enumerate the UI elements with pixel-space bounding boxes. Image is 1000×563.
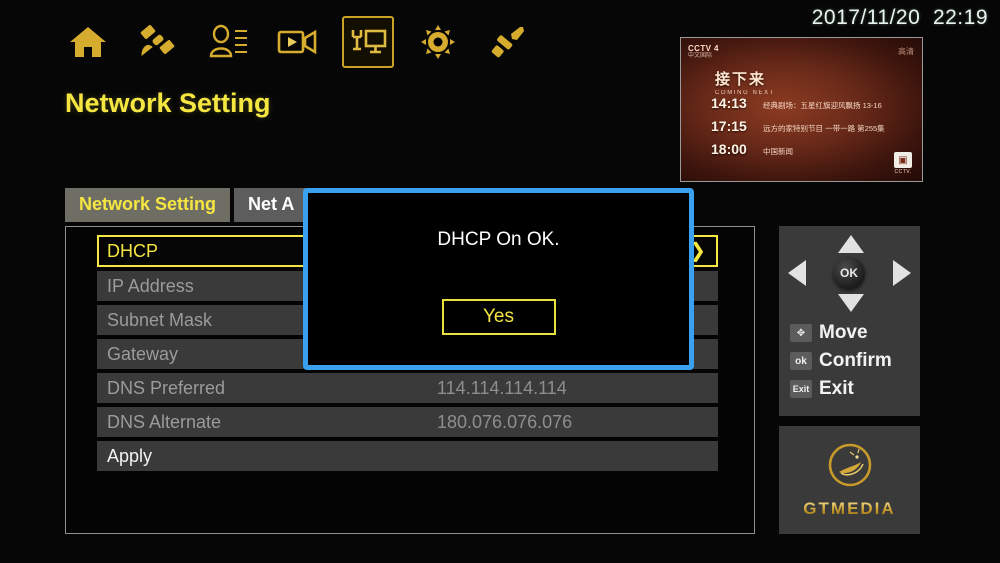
preview-schedule-row: 17:15 远方的家特别节目 一带一路 第255集 — [711, 118, 914, 134]
row-label: Apply — [107, 445, 153, 466]
settings-tabs: Network Setting Net A — [65, 188, 309, 222]
tv-settings-screen: 2017/11/20 22:19 Network Setting CCTV 4 … — [0, 0, 1000, 563]
preview-schedule-row: 14:13 经典剧场：五星红旗迎风飘扬 13-16 — [711, 95, 914, 111]
preview-channel-number: 4 — [714, 44, 719, 53]
legend-label: Confirm — [819, 350, 892, 371]
preview-schedule-row: 18:00 中国新闻 — [711, 141, 914, 157]
preview-schedule-desc: 远方的家特别节目 一带一路 第255集 — [763, 124, 885, 133]
preview-channel-name: CCTV — [688, 44, 712, 53]
main-navbar — [62, 16, 534, 68]
dpad-left-icon[interactable] — [788, 260, 806, 286]
preview-coming-next: 接下来 COMING NEXT — [715, 68, 775, 96]
preview-schedule-time: 14:13 — [711, 95, 747, 111]
tab-network-setting[interactable]: Network Setting — [65, 188, 231, 222]
legend-item-move: ✥ Move — [790, 322, 892, 344]
dialog-yes-button[interactable]: Yes — [441, 299, 556, 335]
legend-item-exit: Exit Exit — [790, 378, 892, 400]
wrench-icon — [489, 23, 527, 61]
preview-channel-sub: 中文国际 — [688, 53, 713, 60]
nav-item-settings[interactable] — [412, 16, 464, 68]
row-dns-preferred[interactable]: DNS Preferred 114.114.114.114 — [97, 373, 718, 403]
page-title: Network Setting — [65, 88, 271, 118]
tv-antenna-icon — [348, 25, 388, 59]
row-label: Subnet Mask — [107, 309, 213, 330]
help-sidebar: OK ✥ Move ok Confirm Exit Exit — [779, 226, 920, 416]
preview-watermark-label: CCTV. — [894, 169, 912, 175]
dpad-down-icon[interactable] — [838, 294, 864, 312]
dialog-message: DHCP On OK. — [437, 229, 560, 250]
nav-item-tools[interactable] — [482, 16, 534, 68]
nav-item-video[interactable] — [272, 16, 324, 68]
ok-badge-icon: ok — [790, 352, 812, 370]
cctv-watermark-icon: ▣ — [894, 152, 912, 168]
legend-label: Exit — [819, 378, 854, 399]
nav-item-home[interactable] — [62, 16, 114, 68]
preview-schedule-desc: 经典剧场：五星红旗迎风飘扬 13-16 — [763, 101, 882, 110]
dhcp-confirm-dialog: DHCP On OK. Yes — [303, 188, 694, 370]
nav-item-user-list[interactable] — [202, 16, 254, 68]
row-apply[interactable]: Apply — [97, 441, 718, 471]
dpad-badge-icon: ✥ — [790, 324, 812, 342]
preview-schedule-desc: 中国新闻 — [763, 147, 793, 156]
exit-badge-icon: Exit — [790, 380, 812, 398]
preview-channel-logo: CCTV 4 中文国际 — [688, 44, 719, 60]
dpad-control: OK — [779, 226, 920, 318]
row-value: 180.076.076.076 — [437, 411, 573, 432]
home-icon — [68, 24, 108, 60]
preview-schedule: 14:13 经典剧场：五星红旗迎风飘扬 13-16 17:15 远方的家特别节目… — [711, 95, 914, 164]
row-label: DNS Preferred — [107, 377, 226, 398]
brand-panel: GTMEDIA — [779, 426, 920, 534]
preview-schedule-time: 18:00 — [711, 141, 747, 157]
row-label: Gateway — [107, 343, 179, 364]
tv-preview[interactable]: CCTV 4 中文国际 高清 接下来 COMING NEXT 14:13 经典剧… — [680, 37, 923, 182]
legend-item-confirm: ok Confirm — [790, 350, 892, 372]
preview-quality: 高清 — [898, 47, 914, 56]
nav-item-network[interactable] — [342, 16, 394, 68]
dpad-right-icon[interactable] — [893, 260, 911, 286]
gtmedia-satellite-logo-icon — [827, 442, 873, 493]
preview-next-cn: 接下来 — [715, 71, 767, 88]
help-legend: ✥ Move ok Confirm Exit Exit — [790, 322, 892, 406]
satellite-icon — [138, 23, 178, 61]
legend-label: Move — [819, 322, 868, 343]
preview-watermark: ▣ CCTV. — [892, 152, 914, 175]
row-label: DHCP — [107, 240, 159, 261]
tab-net-app[interactable]: Net A — [234, 188, 309, 222]
clock: 2017/11/20 22:19 — [811, 6, 988, 29]
gear-icon — [419, 23, 457, 61]
row-dns-alternate[interactable]: DNS Alternate 180.076.076.076 — [97, 407, 718, 437]
preview-schedule-time: 17:15 — [711, 118, 747, 134]
row-label: DNS Alternate — [107, 411, 222, 432]
brand-name: GTMEDIA — [803, 498, 896, 518]
nav-item-satellite[interactable] — [132, 16, 184, 68]
dpad-ok-button[interactable]: OK — [833, 257, 865, 289]
user-list-icon — [207, 24, 249, 60]
row-value: 114.114.114.114 — [437, 377, 567, 398]
video-camera-icon — [277, 26, 319, 58]
dpad-up-icon[interactable] — [838, 235, 864, 253]
row-label: IP Address — [107, 275, 194, 296]
